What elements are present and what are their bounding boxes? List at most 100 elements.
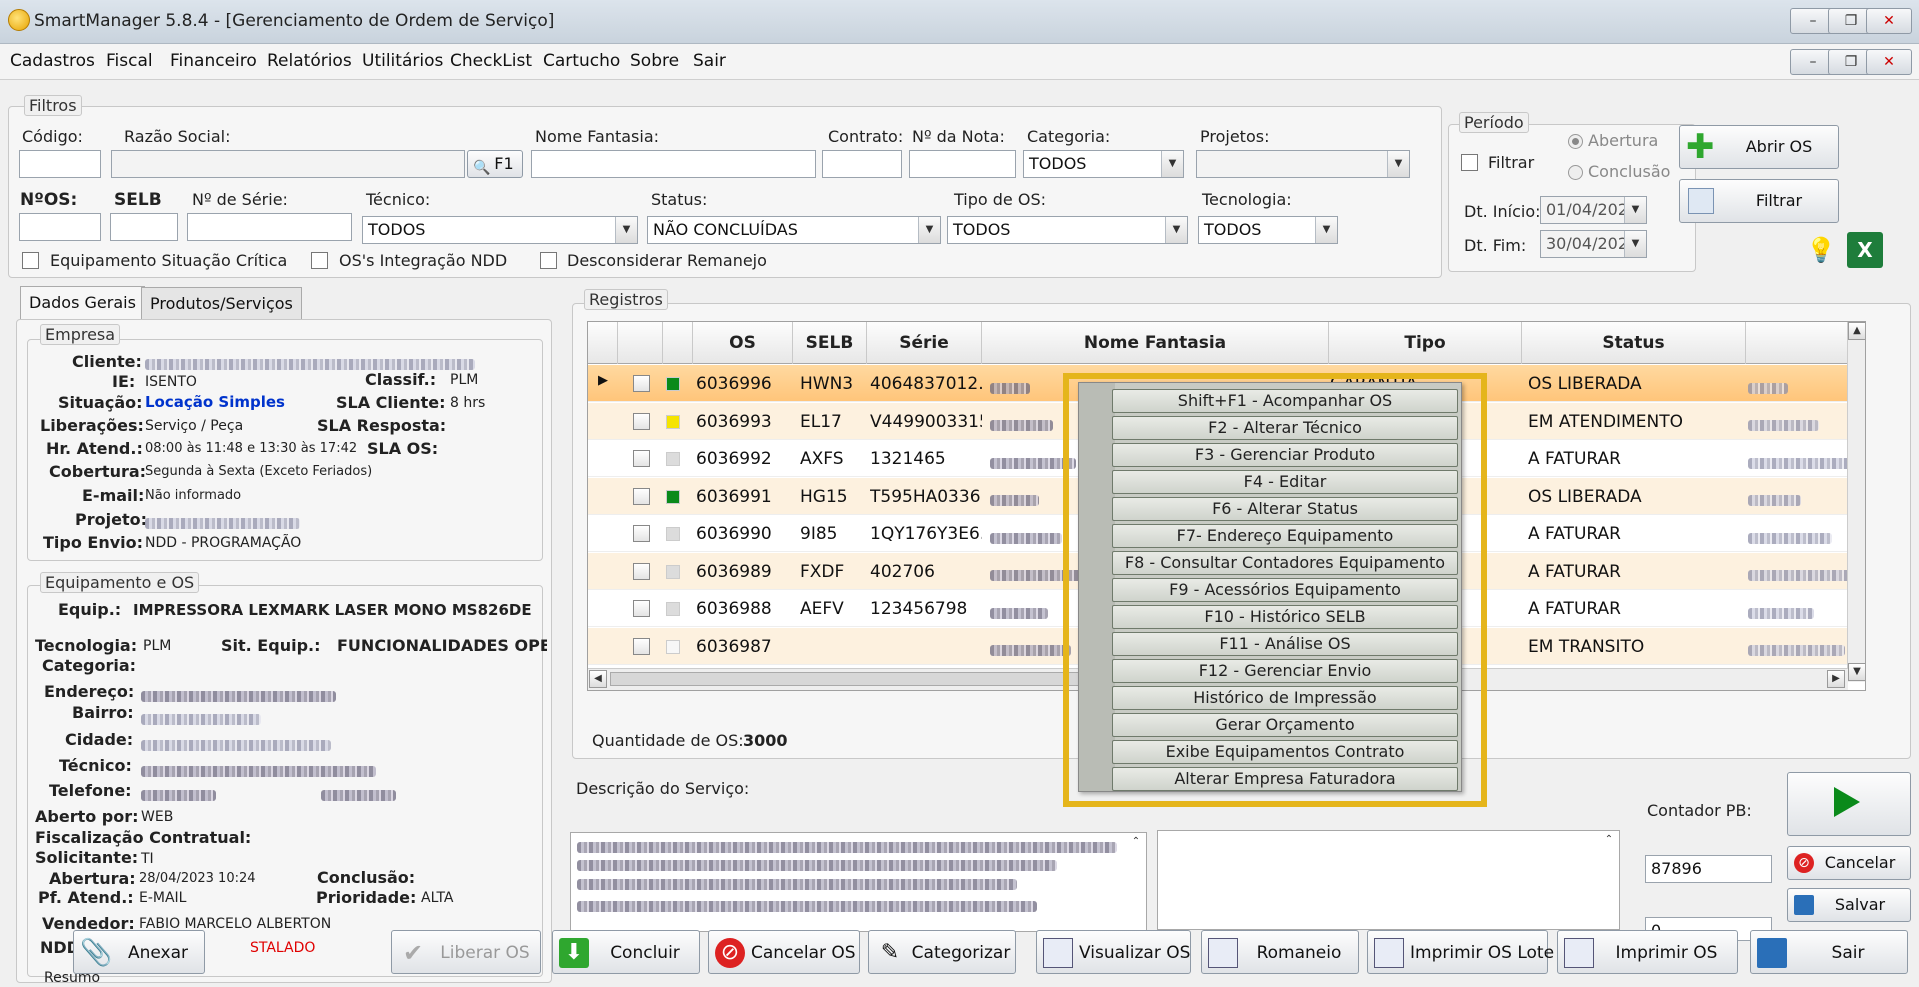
f1-search-button[interactable]: 🔍 F1 (467, 150, 523, 178)
observacao-textarea[interactable]: ⌃ (1157, 830, 1620, 930)
menu-cadastros[interactable]: Cadastros (10, 51, 95, 71)
context-menu-item[interactable]: Shift+F1 - Acompanhar OS (1112, 389, 1458, 413)
context-menu-item[interactable]: F2 - Alterar Técnico (1112, 416, 1458, 440)
child-close-button[interactable]: ✕ (1866, 49, 1912, 75)
row-checkbox[interactable] (633, 450, 650, 467)
anexar-button[interactable]: 📎 Anexar (73, 930, 205, 974)
imprimir-os-button[interactable]: Imprimir OS (1557, 930, 1738, 974)
col-selb[interactable]: SELB (793, 322, 867, 364)
context-menu-item[interactable]: F10 - Histórico SELB (1112, 605, 1458, 629)
tecnico-select[interactable]: TODOS ▼ (362, 216, 638, 244)
context-menu-item[interactable]: F9 - Acessórios Equipamento (1112, 578, 1458, 602)
vertical-scrollbar[interactable]: ▲ ▼ (1847, 322, 1865, 682)
row-checkbox[interactable] (633, 600, 650, 617)
filtrar-button[interactable]: Filtrar (1679, 179, 1839, 223)
menu-financeiro[interactable]: Financeiro (170, 51, 257, 71)
menu-fiscal[interactable]: Fiscal (106, 51, 153, 71)
projetos-select[interactable]: ▼ (1196, 150, 1410, 178)
status-select[interactable]: NÃO CONCLUÍDAS ▼ (647, 216, 941, 244)
row-checkbox[interactable] (633, 487, 650, 505)
sair-button[interactable]: Sair (1750, 930, 1908, 974)
context-menu-item[interactable]: F8 - Consultar Contadores Equipamento (1112, 551, 1458, 575)
tipo-os-select[interactable]: TODOS ▼ (947, 216, 1188, 244)
context-menu-item[interactable]: F4 - Editar (1112, 470, 1458, 494)
scroll-up-icon[interactable]: ▲ (1848, 322, 1865, 340)
nome-fantasia-input[interactable] (531, 150, 816, 178)
play-button[interactable] (1787, 772, 1911, 836)
context-menu-item[interactable]: F7- Endereço Equipamento (1112, 524, 1458, 548)
lightbulb-icon[interactable]: 💡 (1806, 236, 1836, 266)
dt-inicio-input[interactable]: 01/04/2023 ▼ (1540, 196, 1647, 224)
ndd-checkbox[interactable] (311, 252, 328, 269)
contrato-input[interactable] (822, 150, 902, 178)
serie-input[interactable] (187, 213, 352, 241)
context-menu-item[interactable]: F3 - Gerenciar Produto (1112, 443, 1458, 467)
textarea-scroll-up-icon[interactable]: ⌃ (1127, 834, 1145, 852)
nota-input[interactable] (909, 150, 1016, 178)
cancel-icon: ⊘ (1794, 853, 1814, 873)
categorizar-button[interactable]: ✎ Categorizar (868, 930, 1016, 974)
grid-header: OS SELB Série Nome Fantasia Tipo Status … (588, 322, 1865, 364)
col-serie[interactable]: Série (867, 322, 982, 364)
col-status[interactable]: Status (1522, 322, 1746, 364)
concluir-button[interactable]: ⬇ Concluir (552, 930, 700, 974)
remanejo-checkbox[interactable] (540, 252, 557, 269)
context-menu-item[interactable]: Alterar Empresa Faturadora (1112, 767, 1458, 791)
critica-checkbox[interactable] (22, 252, 39, 269)
codigo-input[interactable] (19, 150, 101, 178)
tab-dados-gerais[interactable]: Dados Gerais (20, 286, 145, 320)
situacao-value[interactable]: Locação Simples (145, 393, 285, 411)
context-menu-item[interactable]: F12 - Gerenciar Envio (1112, 659, 1458, 683)
tecnologia-select[interactable]: TODOS ▼ (1198, 216, 1338, 244)
razao-input[interactable] (111, 150, 465, 178)
menu-sobre[interactable]: Sobre (630, 51, 679, 71)
menu-utilitarios[interactable]: Utilitários (362, 51, 443, 71)
checkbox-header (618, 322, 663, 364)
context-menu-item[interactable]: Exibe Equipamentos Contrato (1112, 740, 1458, 764)
romaneio-button[interactable]: Romaneio (1201, 930, 1359, 974)
scroll-down-icon[interactable]: ▼ (1848, 663, 1865, 681)
context-menu-item[interactable]: F11 - Análise OS (1112, 632, 1458, 656)
cancelar-servico-button[interactable]: ⊘ Cancelar (1787, 846, 1911, 880)
row-checkbox[interactable] (633, 375, 650, 392)
descricao-textarea[interactable]: ⌃ (570, 832, 1147, 932)
col-tipo[interactable]: Tipo (1329, 322, 1522, 364)
scroll-thumb[interactable] (610, 672, 1080, 686)
col-nome-fantasia[interactable]: Nome Fantasia (982, 322, 1329, 364)
scroll-left-icon[interactable]: ◀ (589, 670, 607, 688)
liberar-os-button[interactable]: ✔ Liberar OS (391, 930, 541, 974)
periodo-filtrar-checkbox[interactable] (1461, 154, 1478, 171)
close-button[interactable]: ✕ (1866, 8, 1912, 34)
abertura-radio[interactable] (1568, 134, 1583, 149)
col-os[interactable]: OS (693, 322, 793, 364)
imprimir-os-lote-button[interactable]: Imprimir OS Lote (1367, 930, 1554, 974)
categoria-select[interactable]: TODOS ▼ (1023, 150, 1184, 178)
menu-checklist[interactable]: CheckList (450, 51, 532, 71)
cancelar-os-button[interactable]: ⊘ Cancelar OS (708, 930, 860, 974)
menu-relatorios[interactable]: Relatórios (267, 51, 352, 71)
tab-produtos-servicos[interactable]: Produtos/Serviços (141, 287, 302, 319)
selb-input[interactable] (110, 213, 178, 241)
menu-cartucho[interactable]: Cartucho (543, 51, 620, 71)
row-checkbox[interactable] (633, 637, 650, 655)
row-checkbox[interactable] (633, 525, 650, 542)
contador-pb-input[interactable]: 87896 (1645, 855, 1772, 883)
critica-label: Equipamento Situação Crítica (50, 251, 288, 270)
cell-nome-fantasia (990, 603, 1048, 623)
row-checkbox[interactable] (633, 562, 650, 580)
menu-sair[interactable]: Sair (693, 51, 726, 71)
context-menu-item[interactable]: Histórico de Impressão (1112, 686, 1458, 710)
nos-input[interactable] (19, 213, 101, 241)
abrir-os-button[interactable]: ✚ Abrir OS (1679, 125, 1839, 169)
context-menu-item[interactable]: Gerar Orçamento (1112, 713, 1458, 737)
visualizar-os-button[interactable]: Visualizar OS (1036, 930, 1191, 974)
conclusao-radio[interactable] (1568, 165, 1583, 180)
obs-scroll-up-icon[interactable]: ⌃ (1600, 832, 1618, 850)
row-checkbox[interactable] (633, 412, 650, 430)
dt-fim-input[interactable]: 30/04/2023 ▼ (1540, 230, 1647, 258)
context-menu-item[interactable]: F6 - Alterar Status (1112, 497, 1458, 521)
excel-icon[interactable]: X (1847, 232, 1883, 268)
salvar-button[interactable]: Salvar (1787, 888, 1911, 922)
remanejo-label: Desconsiderar Remanejo (567, 251, 767, 270)
scroll-right-icon[interactable]: ▶ (1827, 670, 1845, 688)
